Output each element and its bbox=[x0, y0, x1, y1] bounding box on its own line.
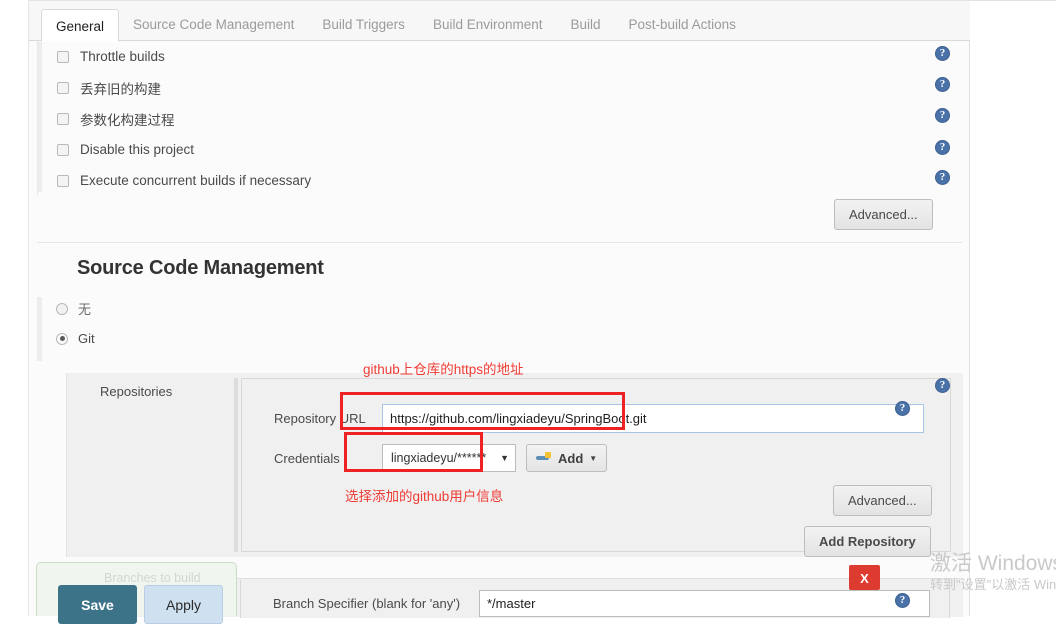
label-scm-git: Git bbox=[78, 331, 95, 346]
help-icon-parameterized-build[interactable]: ? bbox=[935, 108, 950, 123]
general-checkbox-list: Throttle builds 丢弃旧的构建 参数化构建过程 Disable t… bbox=[37, 41, 970, 196]
checkbox-parameterized-build[interactable] bbox=[57, 112, 69, 125]
repo-split-bar bbox=[234, 378, 238, 552]
help-icon-repository-url[interactable]: ? bbox=[895, 401, 910, 416]
general-advanced-button[interactable]: Advanced... bbox=[834, 199, 933, 230]
radio-row-none[interactable]: 无 bbox=[37, 299, 91, 318]
help-icon-discard-old-builds[interactable]: ? bbox=[935, 77, 950, 92]
general-section: Throttle builds 丢弃旧的构建 参数化构建过程 Disable t… bbox=[29, 41, 970, 196]
chevron-down-icon-add: ▼ bbox=[589, 453, 598, 463]
tab-build-environment[interactable]: Build Environment bbox=[419, 8, 557, 41]
apply-button[interactable]: Apply bbox=[144, 585, 223, 624]
repository-advanced-button[interactable]: Advanced... bbox=[833, 485, 932, 516]
credentials-select[interactable]: lingxiadeyu/****** ▼ bbox=[382, 444, 516, 472]
help-icon-execute-concurrent-builds[interactable]: ? bbox=[935, 170, 950, 185]
branch-specifier-label: Branch Specifier (blank for 'any') bbox=[273, 596, 461, 611]
save-button[interactable]: Save bbox=[58, 585, 137, 624]
annotation-credentials-note: 选择添加的github用户信息 bbox=[345, 489, 504, 504]
help-icon-branch-specifier[interactable]: ? bbox=[895, 593, 910, 608]
close-button[interactable]: X bbox=[849, 565, 880, 590]
checkbox-row-parameterized-build[interactable]: 参数化构建过程 bbox=[38, 103, 970, 134]
label-discard-old-builds: 丢弃旧的构建 bbox=[80, 81, 161, 97]
repositories-label: Repositories bbox=[100, 384, 173, 399]
branch-specifier-row: Branch Specifier (blank for 'any') bbox=[273, 590, 930, 617]
scm-section-title: Source Code Management bbox=[77, 257, 324, 279]
checkbox-execute-concurrent-builds[interactable] bbox=[57, 174, 69, 187]
annotation-repository-url-note: github上仓库的https的地址 bbox=[363, 362, 524, 377]
checkbox-row-throttle-builds[interactable]: Throttle builds bbox=[38, 41, 970, 72]
tab-source-code-management[interactable]: Source Code Management bbox=[119, 8, 308, 41]
checkbox-discard-old-builds[interactable] bbox=[57, 81, 69, 94]
tab-build-triggers[interactable]: Build Triggers bbox=[308, 8, 419, 41]
checkbox-disable-this-project[interactable] bbox=[57, 143, 69, 156]
label-scm-none: 无 bbox=[78, 302, 92, 317]
branch-specifier-panel: Branch Specifier (blank for 'any') bbox=[240, 580, 950, 618]
tab-post-build-actions[interactable]: Post-build Actions bbox=[615, 8, 750, 41]
config-form-panel: General Source Code Management Build Tri… bbox=[29, 1, 970, 618]
help-icon-repositories[interactable]: ? bbox=[935, 378, 950, 393]
checkbox-row-discard-old-builds[interactable]: 丢弃旧的构建 bbox=[38, 72, 970, 103]
label-disable-this-project: Disable this project bbox=[80, 142, 195, 157]
label-throttle-builds: Throttle builds bbox=[80, 49, 165, 64]
checkbox-throttle-builds[interactable] bbox=[57, 50, 69, 63]
repository-entry-panel: Repository URL Credentials lingxiadeyu/*… bbox=[241, 378, 951, 557]
checkbox-row-execute-concurrent-builds[interactable]: Execute concurrent builds if necessary bbox=[38, 165, 970, 196]
tab-general[interactable]: General bbox=[41, 9, 120, 42]
label-parameterized-build: 参数化构建过程 bbox=[80, 112, 175, 128]
key-icon bbox=[536, 452, 553, 464]
branch-specifier-input[interactable] bbox=[479, 590, 930, 617]
left-gutter bbox=[0, 0, 29, 616]
credentials-row: Credentials lingxiadeyu/****** ▼ Add ▼ bbox=[274, 444, 608, 472]
checkbox-row-disable-this-project[interactable]: Disable this project bbox=[38, 134, 970, 165]
repository-url-input[interactable] bbox=[382, 404, 924, 433]
add-repository-button[interactable]: Add Repository bbox=[804, 526, 931, 557]
config-tab-bar: General Source Code Management Build Tri… bbox=[29, 1, 970, 42]
help-icon-disable-this-project[interactable]: ? bbox=[935, 140, 950, 155]
tab-list: General Source Code Management Build Tri… bbox=[29, 1, 970, 42]
branches-to-build-ghost-label: Branches to build bbox=[104, 571, 201, 585]
repository-url-row: Repository URL bbox=[274, 404, 924, 433]
radio-none[interactable] bbox=[56, 302, 68, 315]
floating-save-bar: Branches to build Save Apply bbox=[36, 562, 237, 624]
radio-row-git[interactable]: Git bbox=[37, 331, 95, 346]
help-icon-throttle-builds[interactable]: ? bbox=[935, 46, 950, 61]
jenkins-job-config-page: General Source Code Management Build Tri… bbox=[0, 0, 1056, 624]
repository-url-label: Repository URL bbox=[274, 411, 366, 426]
tab-build[interactable]: Build bbox=[557, 8, 615, 41]
add-credentials-label: Add bbox=[558, 450, 584, 466]
chevron-down-icon: ▼ bbox=[500, 453, 509, 463]
credentials-label: Credentials bbox=[274, 450, 340, 466]
add-credentials-button[interactable]: Add ▼ bbox=[526, 444, 608, 472]
radio-git[interactable] bbox=[56, 332, 68, 345]
credentials-selected-value: lingxiadeyu/****** bbox=[391, 451, 487, 465]
section-divider-scm bbox=[37, 242, 962, 243]
label-execute-concurrent-builds: Execute concurrent builds if necessary bbox=[80, 173, 312, 188]
repositories-block: Repositories Repository URL Credentials … bbox=[66, 373, 963, 557]
